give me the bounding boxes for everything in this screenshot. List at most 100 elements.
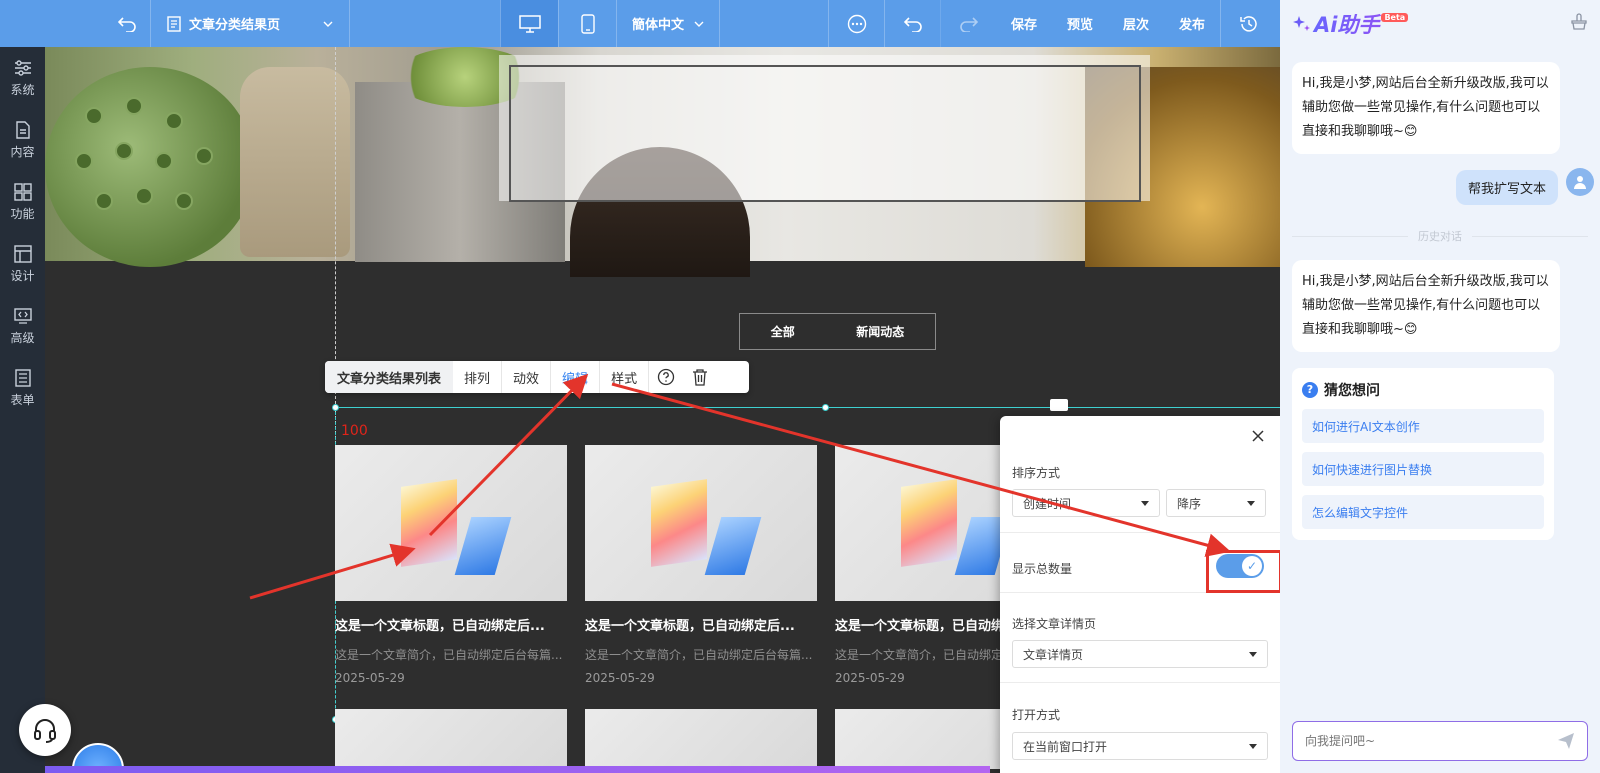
article-title: 这是一个文章标题，已自动绑定后... xyxy=(335,619,545,634)
history-icon xyxy=(1239,15,1257,32)
close-button[interactable] xyxy=(1252,426,1264,447)
page-selector[interactable]: 文章分类结果页 xyxy=(150,0,350,47)
ai-input-box[interactable] xyxy=(1292,721,1588,761)
trash-icon xyxy=(693,369,708,386)
send-icon[interactable] xyxy=(1557,732,1575,750)
caret-down-icon xyxy=(1247,500,1255,506)
tab-news[interactable]: 新闻动态 xyxy=(856,323,904,340)
context-toolbar-title: 文章分类结果列表 xyxy=(325,361,454,393)
article-card[interactable] xyxy=(335,709,567,769)
open-mode-label: 打开方式 xyxy=(1012,708,1061,722)
total-count-value: 100 xyxy=(341,423,368,439)
desktop-view-button[interactable] xyxy=(500,0,558,47)
redo-button[interactable] xyxy=(940,0,996,47)
suggested-question[interactable]: 如何快速进行图片替换 xyxy=(1302,452,1544,486)
sidebar-item-form[interactable]: 表单 xyxy=(0,357,45,419)
edit-button[interactable]: 编辑 xyxy=(551,361,601,393)
sidebar-item-advanced[interactable]: 高级 xyxy=(0,295,45,357)
suggested-question[interactable]: 怎么编辑文字控件 xyxy=(1302,495,1544,529)
grid-icon xyxy=(13,183,32,201)
ai-message-text: Hi,我是小梦,网站后台全新升级改版,我可以辅助您做一些常见操作,有什么问题也可… xyxy=(1302,274,1549,337)
ai-logo: Ai助手 Beta xyxy=(1292,9,1409,39)
beta-badge: Beta xyxy=(1381,13,1409,22)
sidebar-item-system[interactable]: 系统 xyxy=(0,47,45,109)
divider xyxy=(1000,682,1280,683)
user-message-text: 帮我扩写文本 xyxy=(1467,182,1546,197)
tab-all[interactable]: 全部 xyxy=(771,323,795,340)
sort-order-select[interactable]: 降序 xyxy=(1166,489,1266,517)
open-mode-select[interactable]: 在当前窗口打开 xyxy=(1012,732,1268,760)
animation-button[interactable]: 动效 xyxy=(502,361,552,393)
open-mode-value: 在当前窗口打开 xyxy=(1023,739,1108,754)
article-date: 2025-05-29 xyxy=(335,671,405,685)
language-selector[interactable]: 簡体中文 xyxy=(616,0,720,47)
suggested-question[interactable]: 如何进行AI文本创作 xyxy=(1302,409,1544,443)
history-label: 历史对话 xyxy=(1418,230,1462,243)
sort-field-select[interactable]: 创建时间 xyxy=(1012,489,1160,517)
caret-down-icon xyxy=(1249,743,1257,749)
resize-handle[interactable] xyxy=(332,404,339,411)
caret-down-icon xyxy=(1141,500,1149,506)
mobile-view-button[interactable] xyxy=(558,0,616,47)
question-icon: ? xyxy=(1302,382,1318,398)
detail-page-select[interactable]: 文章详情页 xyxy=(1012,640,1268,668)
preview-button[interactable]: 预览 xyxy=(1052,0,1108,47)
layout-icon xyxy=(13,245,32,263)
style-button[interactable]: 样式 xyxy=(600,361,650,393)
help-button[interactable] xyxy=(649,361,683,393)
save-button[interactable]: 保存 xyxy=(996,0,1052,47)
ai-question-input[interactable] xyxy=(1305,734,1525,748)
undo-button[interactable] xyxy=(884,0,940,47)
user-message: 帮我扩写文本 xyxy=(1455,170,1558,205)
arrange-button[interactable]: 排列 xyxy=(453,361,503,393)
resize-handle[interactable] xyxy=(822,404,829,411)
sidebar-item-label: 设计 xyxy=(10,269,35,283)
ai-message: Hi,我是小梦,网站后台全新升级改版,我可以辅助您做一些常见操作,有什么问题也可… xyxy=(1292,62,1560,154)
drag-handle[interactable] xyxy=(1050,399,1068,411)
article-thumbnail xyxy=(335,445,567,601)
publish-button[interactable]: 发布 xyxy=(1164,0,1220,47)
article-card[interactable]: 这是一个文章标题，已自动绑定后... 这是一个文章简介，已自动绑定后台每篇...… xyxy=(335,445,567,685)
delete-button[interactable] xyxy=(683,361,717,393)
sort-order-value: 降序 xyxy=(1177,496,1202,511)
history-button[interactable] xyxy=(1220,0,1276,47)
support-button[interactable] xyxy=(19,704,71,756)
form-icon xyxy=(14,369,31,387)
sidebar-item-function[interactable]: 功能 xyxy=(0,171,45,233)
detail-page-value: 文章详情页 xyxy=(1023,647,1084,662)
suggested-questions: ? 猜您想问 如何进行AI文本创作 如何快速进行图片替换 怎么编辑文字控件 xyxy=(1292,368,1554,540)
ai-message: Hi,我是小梦,网站后台全新升级改版,我可以辅助您做一些常见操作,有什么问题也可… xyxy=(1292,260,1560,352)
sliders-icon xyxy=(14,60,31,76)
clear-button[interactable] xyxy=(1570,12,1588,35)
ai-assistant-panel: Ai助手 Beta Hi,我是小梦,网站后台全新升级改版,我可以辅助您做一些常见… xyxy=(1280,0,1600,773)
banner-text-frame[interactable] xyxy=(509,65,1141,202)
help-icon xyxy=(657,368,675,386)
article-card[interactable] xyxy=(585,709,817,769)
history-divider: 历史对话 xyxy=(1292,228,1588,244)
user-icon xyxy=(1574,176,1586,189)
sidebar-item-design[interactable]: 设计 xyxy=(0,233,45,295)
selection-border xyxy=(335,407,1280,408)
article-title: 这是一个文章标题，已自动绑定后... xyxy=(585,619,795,634)
article-card[interactable]: 这是一个文章标题，已自动绑定后... 这是一个文章简介，已自动绑定后台每篇...… xyxy=(585,445,817,685)
layers-button[interactable]: 层次 xyxy=(1108,0,1164,47)
sidebar-item-label: 功能 xyxy=(10,207,35,221)
close-icon xyxy=(1252,430,1264,442)
more-button[interactable] xyxy=(828,0,884,47)
user-avatar xyxy=(1566,168,1594,196)
category-tabs: 全部 新闻动态 xyxy=(739,313,936,350)
total-count: 100 xyxy=(341,423,368,439)
suggested-title-text: 猜您想问 xyxy=(1324,383,1380,399)
ai-brand: Ai助手 xyxy=(1314,12,1380,37)
broom-icon xyxy=(1571,12,1587,30)
chevron-down-icon xyxy=(694,21,704,27)
sort-field-value: 创建时间 xyxy=(1023,496,1072,511)
sidebar-item-content[interactable]: 内容 xyxy=(0,109,45,171)
sidebar-item-label: 系统 xyxy=(10,83,35,97)
ai-message-text: Hi,我是小梦,网站后台全新升级改版,我可以辅助您做一些常见操作,有什么问题也可… xyxy=(1302,76,1549,139)
chevron-down-icon xyxy=(323,21,333,27)
horizontal-scrollbar[interactable] xyxy=(45,766,990,773)
banner-image[interactable] xyxy=(45,47,1280,277)
back-button[interactable] xyxy=(0,0,150,47)
lotus-pod-image xyxy=(45,67,255,267)
